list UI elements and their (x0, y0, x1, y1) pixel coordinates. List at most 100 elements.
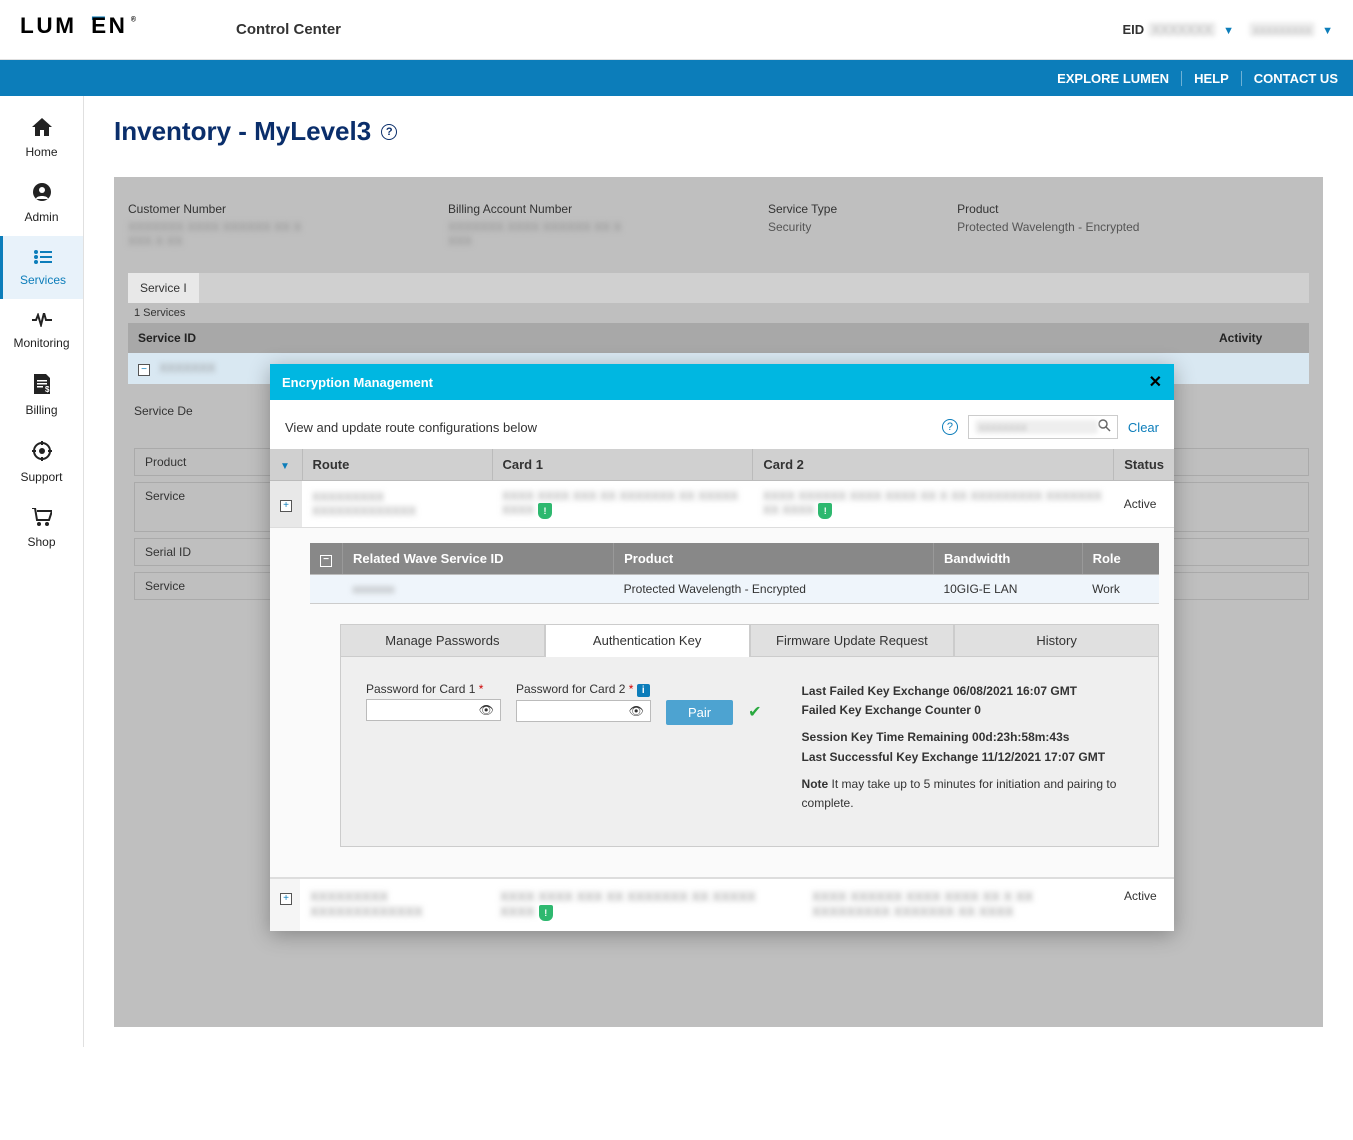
status-value: Active (1114, 879, 1174, 931)
last-failed-value: 06/08/2021 16:07 GMT (953, 684, 1077, 698)
content-area: Inventory - MyLevel3 ? Customer Number X… (84, 96, 1353, 1047)
sidebar-item-label: Billing (25, 403, 57, 417)
col-route[interactable]: Route (302, 449, 492, 481)
billing-account-value: XXXXXXX XXXX XXXXXX XX X XXX (448, 220, 648, 248)
sidebar: Home Admin Services Monitoring $ Billing (0, 96, 84, 1047)
pair-button[interactable]: Pair (666, 700, 733, 725)
expand-icon[interactable]: + (280, 500, 292, 512)
tab-row: Manage Passwords Authentication Key Firm… (340, 624, 1159, 657)
explore-lumen-link[interactable]: EXPLORE LUMEN (1045, 71, 1182, 86)
modal-header: Encryption Management ✕ (270, 364, 1174, 400)
card2-value: XXXX XXXXXX XXXX XXXX XX X XX XXXXXXXXX … (763, 489, 1102, 517)
inner-bandwidth-value: 10GIG-E LAN (933, 575, 1082, 604)
shield-icon (539, 905, 553, 921)
failed-counter-value: 0 (974, 703, 981, 717)
bg-service-id-value: XXXXXXX (159, 361, 215, 375)
app-title: Control Center (236, 21, 341, 38)
home-icon (32, 118, 52, 141)
eid-block[interactable]: EID XXXXXXX ▼ (1122, 22, 1234, 37)
col-product: Product (614, 543, 934, 575)
collapse-icon[interactable]: − (138, 364, 150, 376)
help-icon[interactable]: ? (381, 124, 397, 140)
bg-col-activity: Activity (1219, 331, 1299, 345)
service-type-label: Service Type (768, 202, 837, 216)
last-failed-label: Last Failed Key Exchange (802, 684, 950, 698)
filter-column-header[interactable]: ▼ (270, 449, 302, 481)
note-label: Note (802, 777, 829, 791)
tab-manage-passwords[interactable]: Manage Passwords (340, 624, 545, 657)
sidebar-item-support[interactable]: Support (0, 429, 83, 496)
sidebar-item-monitoring[interactable]: Monitoring (0, 299, 83, 362)
route-value: XXXXXXXXX XXXXXXXXXXXXX (310, 889, 423, 919)
check-icon: ✔ (748, 702, 761, 722)
password-card1-input[interactable] (373, 703, 479, 717)
col-related: Related Wave Service ID (343, 543, 614, 575)
close-icon[interactable]: ✕ (1149, 372, 1162, 392)
related-value: xxxxxxx (353, 582, 395, 596)
user-name: xxxxxxxxx (1249, 22, 1316, 37)
billing-icon: $ (34, 374, 50, 399)
sidebar-item-home[interactable]: Home (0, 106, 83, 171)
help-link[interactable]: HELP (1182, 71, 1242, 86)
pw2-label: Password for Card 2 * i (516, 682, 651, 697)
info-icon[interactable]: i (637, 684, 650, 697)
billing-account-label: Billing Account Number (448, 202, 648, 216)
svg-text:$: $ (45, 385, 50, 394)
route-table: ▼ Route Card 1 Card 2 Status + XXXXXXXXX… (270, 449, 1174, 878)
search-icon[interactable] (1098, 419, 1111, 435)
password-card2-input[interactable] (523, 704, 629, 718)
sidebar-item-label: Shop (27, 535, 55, 549)
session-time-value: 00d:23h:58m:43s (972, 730, 1069, 744)
clear-link[interactable]: Clear (1128, 420, 1159, 435)
shop-icon (32, 508, 52, 531)
col-card1[interactable]: Card 1 (492, 449, 753, 481)
password-group: Password for Card 1 * 👁 Password for Car (366, 682, 762, 821)
svg-text:LUM: LUM (20, 13, 77, 38)
inner-product-value: Protected Wavelength - Encrypted (614, 575, 934, 604)
sidebar-item-admin[interactable]: Admin (0, 171, 83, 236)
route-row-2: + XXXXXXXXX XXXXXXXXXXXXX XXXX XXXX XXX … (270, 878, 1174, 931)
auth-key-pane: Password for Card 1 * 👁 Password for Car (340, 657, 1159, 847)
tab-firmware[interactable]: Firmware Update Request (750, 624, 955, 657)
sidebar-item-label: Home (25, 145, 57, 159)
inner-role-value: Work (1082, 575, 1159, 604)
pw1-label: Password for Card 1 * (366, 682, 501, 696)
collapse-icon[interactable]: − (320, 555, 332, 567)
col-status[interactable]: Status (1114, 449, 1174, 481)
chevron-down-icon: ▼ (1223, 25, 1234, 37)
eye-icon[interactable]: 👁 (479, 703, 494, 717)
lumen-logo-svg: LUM EN ® (20, 13, 176, 39)
shield-icon (538, 503, 552, 519)
tab-authentication-key[interactable]: Authentication Key (545, 624, 750, 657)
sidebar-item-label: Admin (24, 210, 58, 224)
sidebar-item-services[interactable]: Services (0, 236, 83, 299)
service-type-value: Security (768, 220, 837, 234)
eid-value: XXXXXXX (1148, 22, 1217, 37)
eid-label: EID (1122, 22, 1144, 37)
route-row-1: + XXXXXXXXX XXXXXXXXXXXXX XXXX XXXX XXX … (270, 481, 1174, 528)
sidebar-item-billing[interactable]: $ Billing (0, 362, 83, 429)
help-icon[interactable]: ? (942, 419, 958, 435)
contact-us-link[interactable]: CONTACT US (1242, 71, 1338, 86)
eye-icon[interactable]: 👁 (629, 704, 644, 718)
user-block[interactable]: xxxxxxxxx ▼ (1249, 22, 1333, 37)
last-success-label: Last Successful Key Exchange (802, 750, 979, 764)
related-wave-row: xxxxxxx Protected Wavelength - Encrypted… (310, 575, 1159, 604)
col-role: Role (1082, 543, 1159, 575)
bg-services-count: 1 Services (128, 303, 1309, 323)
col-card2[interactable]: Card 2 (753, 449, 1114, 481)
sidebar-item-shop[interactable]: Shop (0, 496, 83, 561)
status-info: Last Failed Key Exchange 06/08/2021 16:0… (802, 682, 1133, 821)
inner-expand-col: − (310, 543, 343, 575)
last-success-value: 11/12/2021 17:07 GMT (982, 750, 1105, 764)
search-input[interactable] (975, 420, 1098, 434)
expand-icon[interactable]: + (280, 893, 292, 905)
customer-number-label: Customer Number (128, 202, 328, 216)
tab-history[interactable]: History (954, 624, 1159, 657)
customer-number-value: XXXXXXX XXXX XXXXXX XX X XXX X XX (128, 220, 328, 248)
failed-counter-label: Failed Key Exchange Counter (802, 703, 971, 717)
bg-service-tab: Service I (128, 273, 199, 303)
product-label: Product (957, 202, 1139, 216)
top-header: LUM EN ® Control Center EID XXXXXXX ▼ xx… (0, 0, 1353, 60)
product-value: Protected Wavelength - Encrypted (957, 220, 1139, 234)
